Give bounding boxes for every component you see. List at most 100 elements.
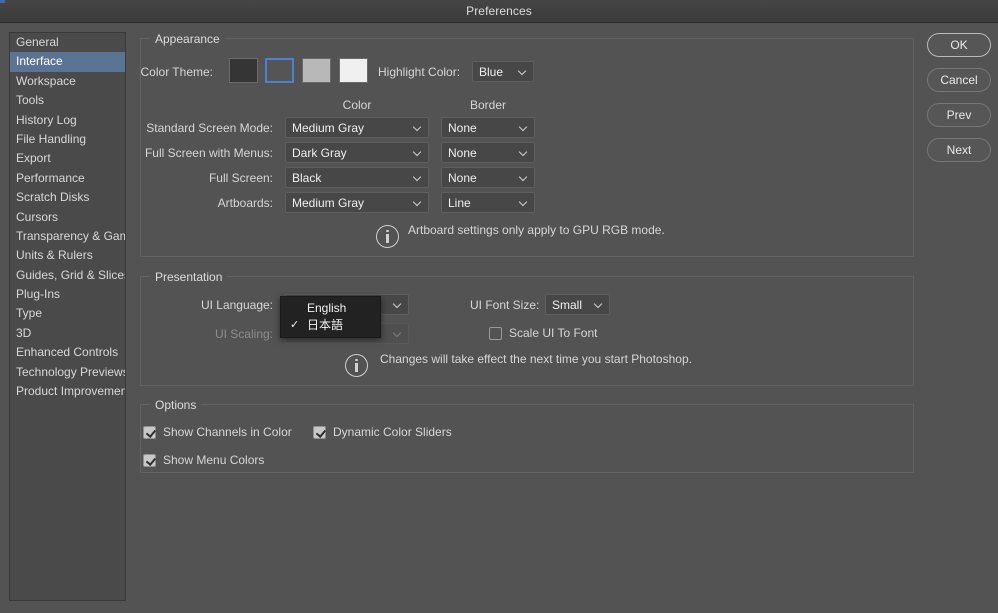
full-screen-color-dropdown[interactable]: Black <box>285 167 429 188</box>
ok-button[interactable]: OK <box>927 33 991 57</box>
scale-ui-to-font-checkbox[interactable] <box>489 326 502 340</box>
next-button[interactable]: Next <box>927 138 991 162</box>
standard-screen-mode-color-value: Medium Gray <box>292 120 365 135</box>
artboards-border-value: Line <box>448 195 471 210</box>
dynamic-color-sliders-checkbox[interactable] <box>313 425 326 439</box>
appearance-group-title: Appearance <box>150 32 225 46</box>
ui-font-size-dropdown[interactable]: Small <box>545 294 610 315</box>
ui-language-option-english-label: English <box>307 301 347 315</box>
sidebar-item-scratch-disks[interactable]: Scratch Disks <box>10 188 125 207</box>
window-title: Preferences <box>466 4 532 18</box>
sidebar-item-plug-ins[interactable]: Plug-Ins <box>10 285 125 304</box>
checkmark-icon: ✓ <box>290 319 300 331</box>
full-screen-color-value: Black <box>292 170 322 185</box>
show-menu-colors-row[interactable]: Show Menu Colors <box>143 453 264 467</box>
sidebar-item-units-rulers[interactable]: Units & Rulers <box>10 246 125 265</box>
artboards-border-dropdown[interactable]: Line <box>441 192 535 213</box>
chevron-down-icon <box>413 148 422 157</box>
highlight-color-value: Blue <box>479 64 504 79</box>
column-header-border: Border <box>469 98 507 112</box>
sidebar-item-cursors[interactable]: Cursors <box>10 208 125 227</box>
sidebar-item-3d[interactable]: 3D <box>10 324 125 343</box>
chevron-down-icon <box>519 123 528 132</box>
highlight-color-label: Highlight Color: <box>378 65 461 79</box>
ui-language-option-japanese-label: 日本語 <box>307 318 344 332</box>
dynamic-color-sliders-label: Dynamic Color Sliders <box>333 425 452 439</box>
full-screen-with-menus-border-dropdown[interactable]: None <box>441 142 535 163</box>
chevron-down-icon <box>519 173 528 182</box>
cancel-button[interactable]: Cancel <box>927 68 991 92</box>
color-theme-swatch-light[interactable] <box>302 58 331 83</box>
dynamic-color-sliders-row[interactable]: Dynamic Color Sliders <box>313 425 452 439</box>
chevron-down-icon <box>413 123 422 132</box>
full-screen-with-menus-color-dropdown[interactable]: Dark Gray <box>285 142 429 163</box>
info-icon <box>345 354 368 377</box>
full-screen-border-dropdown[interactable]: None <box>441 167 535 188</box>
color-theme-swatch-darkest[interactable] <box>229 58 258 83</box>
sidebar-item-guides-grid-slices[interactable]: Guides, Grid & Slices <box>10 266 125 285</box>
sidebar-item-export[interactable]: Export <box>10 149 125 168</box>
ui-font-size-value: Small <box>552 297 583 312</box>
highlight-color-dropdown[interactable]: Blue <box>472 61 534 82</box>
show-channels-in-color-label: Show Channels in Color <box>163 425 292 439</box>
chevron-down-icon <box>413 173 422 182</box>
color-theme-swatch-lightest[interactable] <box>339 58 368 83</box>
color-theme-label: Color Theme: <box>140 65 213 79</box>
full-screen-with-menus-color-value: Dark Gray <box>292 145 347 160</box>
chevron-down-icon <box>519 198 528 207</box>
sidebar-item-tools[interactable]: Tools <box>10 91 125 110</box>
full-screen-with-menus-label: Full Screen with Menus: <box>144 146 273 160</box>
chevron-down-icon <box>594 300 603 309</box>
window-titlebar: Preferences <box>0 0 998 23</box>
standard-screen-mode-border-value: None <box>448 120 477 135</box>
ui-scaling-label: UI Scaling: <box>214 327 273 341</box>
ui-language-label: UI Language: <box>200 298 273 312</box>
preferences-category-list[interactable]: General Interface Workspace Tools Histor… <box>9 32 126 601</box>
ui-language-option-japanese[interactable]: ✓ 日本語 <box>281 317 380 334</box>
chevron-down-icon <box>519 148 528 157</box>
preferences-dialog: Preferences General Interface Workspace … <box>0 0 998 613</box>
standard-screen-mode-label: Standard Screen Mode: <box>146 121 273 135</box>
show-menu-colors-checkbox[interactable] <box>143 453 156 467</box>
chevron-down-icon <box>518 67 527 76</box>
info-icon <box>376 225 399 248</box>
sidebar-item-general[interactable]: General <box>10 33 125 52</box>
standard-screen-mode-color-dropdown[interactable]: Medium Gray <box>285 117 429 138</box>
presentation-note-text: Changes will take effect the next time y… <box>380 352 692 366</box>
options-group-title: Options <box>150 398 202 412</box>
sidebar-item-technology-previews[interactable]: Technology Previews <box>10 363 125 382</box>
artboards-color-value: Medium Gray <box>292 195 365 210</box>
standard-screen-mode-border-dropdown[interactable]: None <box>441 117 535 138</box>
sidebar-item-file-handling[interactable]: File Handling <box>10 130 125 149</box>
prev-button[interactable]: Prev <box>927 103 991 127</box>
full-screen-border-value: None <box>448 170 477 185</box>
scale-ui-to-font-row[interactable]: Scale UI To Font <box>489 326 598 340</box>
show-channels-in-color-checkbox[interactable] <box>143 425 156 439</box>
chevron-down-icon <box>393 300 402 309</box>
full-screen-with-menus-border-value: None <box>448 145 477 160</box>
show-channels-in-color-row[interactable]: Show Channels in Color <box>143 425 292 439</box>
show-menu-colors-label: Show Menu Colors <box>163 453 265 467</box>
sidebar-item-performance[interactable]: Performance <box>10 169 125 188</box>
ui-font-size-label: UI Font Size: <box>470 298 540 312</box>
presentation-group-title: Presentation <box>150 270 228 284</box>
color-theme-swatch-dark[interactable] <box>265 58 294 83</box>
artboards-color-dropdown[interactable]: Medium Gray <box>285 192 429 213</box>
titlebar-accent <box>0 0 5 3</box>
chevron-down-icon <box>393 329 402 338</box>
sidebar-item-workspace[interactable]: Workspace <box>10 72 125 91</box>
artboards-label: Artboards: <box>217 196 273 210</box>
sidebar-item-enhanced-controls[interactable]: Enhanced Controls <box>10 343 125 362</box>
sidebar-item-type[interactable]: Type <box>10 304 125 323</box>
column-header-color: Color <box>342 98 372 112</box>
ui-language-option-english[interactable]: English <box>281 300 380 317</box>
scale-ui-to-font-label: Scale UI To Font <box>509 326 598 340</box>
chevron-down-icon <box>413 198 422 207</box>
sidebar-item-product-improvement[interactable]: Product Improvement <box>10 382 125 401</box>
sidebar-item-transparency-gamut[interactable]: Transparency & Gamut <box>10 227 125 246</box>
sidebar-item-interface[interactable]: Interface <box>10 52 125 72</box>
sidebar-item-history-log[interactable]: History Log <box>10 111 125 130</box>
full-screen-label: Full Screen: <box>208 171 273 185</box>
artboard-note-text: Artboard settings only apply to GPU RGB … <box>408 223 665 237</box>
ui-language-dropdown-menu[interactable]: English ✓ 日本語 <box>280 296 381 338</box>
